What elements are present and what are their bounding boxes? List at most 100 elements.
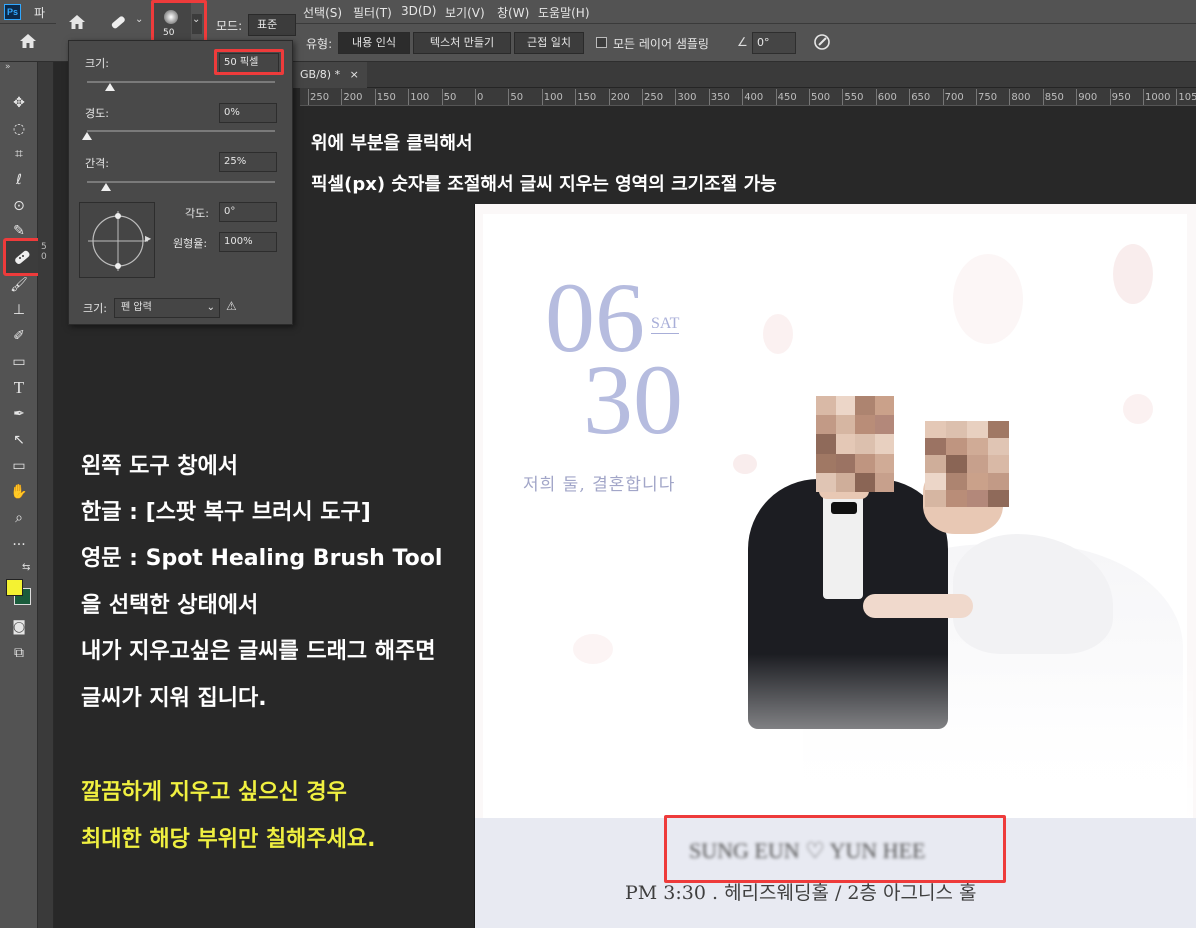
chevron-down-icon[interactable]: ⌄ (135, 14, 143, 25)
tool-preset-icon[interactable] (108, 12, 128, 36)
ruler-label: 0 (477, 92, 484, 103)
ruler-tick (775, 89, 777, 105)
menu-view[interactable]: 보기(V) (445, 4, 485, 21)
spot-healing-brush-icon[interactable] (10, 246, 34, 268)
pressure-select[interactable]: 펜 압력 ⌄ (114, 298, 220, 318)
app-logo[interactable]: Ps (4, 4, 21, 20)
screen-mode-icon[interactable]: ⧉ (7, 642, 31, 664)
menu-select[interactable]: 선택(S) (303, 4, 342, 21)
mosaic-cell (816, 396, 836, 416)
ruler-label: 100 (410, 92, 430, 103)
ruler-label: 200 (610, 92, 630, 103)
swap-colors-icon[interactable]: ⇆ (22, 562, 30, 573)
pressure-icon[interactable] (812, 32, 832, 56)
ruler-tick (475, 89, 476, 105)
rectangle-icon[interactable]: ▭ (7, 455, 31, 477)
ruler-label: 150 (376, 92, 396, 103)
annotation-left-line5: 내가 지우고싶은 글씨를 드래그 해주면 (81, 639, 436, 664)
annotation-left-line4: 을 선택한 상태에서 (81, 593, 259, 618)
ruler-label: 850 (1044, 92, 1064, 103)
content-aware-button[interactable]: 내용 인식 (338, 32, 410, 54)
menu-filter[interactable]: 필터(T) (353, 4, 392, 21)
ruler-tick (341, 89, 343, 105)
history-brush-icon[interactable]: ✐ (7, 325, 31, 347)
angle-field[interactable]: 0° (219, 202, 277, 222)
size-label: 크기: (85, 57, 109, 70)
hand-icon[interactable]: ✋ (7, 481, 31, 503)
ruler-tick (842, 89, 844, 105)
annotation-left-line1: 왼쪽 도구 창에서 (81, 454, 238, 479)
ruler-tick (441, 89, 443, 105)
names-highlight-box (664, 815, 1006, 883)
mosaic-cell (835, 396, 855, 416)
tools-panel: » ✥ ◌ ⌗ ℓ ⊙ ✎ 🖌 ⊥ ✐ ▭ T ✒ ↖ ▭ ✋ ⌕ ··· ⇆ … (0, 62, 41, 928)
marquee-icon[interactable]: ◌ (7, 118, 31, 140)
spacing-input[interactable]: 25% (219, 152, 277, 172)
sample-all-layers-checkbox[interactable] (596, 37, 607, 48)
ruler-tick (1076, 89, 1078, 105)
crop-icon[interactable]: ⌗ (7, 143, 31, 165)
close-icon[interactable]: × (350, 68, 359, 81)
foreground-color-swatch[interactable] (6, 579, 23, 596)
spacing-slider-thumb[interactable] (100, 183, 111, 191)
mosaic-cell (967, 421, 988, 439)
size-slider-thumb[interactable] (104, 83, 115, 91)
type-icon[interactable]: T (7, 377, 31, 399)
mosaic-cell (925, 455, 946, 473)
quick-mask-icon[interactable]: ◙ (7, 616, 31, 638)
brush-icon[interactable]: 🖌 (7, 274, 31, 296)
mode-select[interactable]: 표준 (248, 14, 296, 36)
create-texture-button[interactable]: 텍스처 만들기 (413, 32, 511, 54)
document-tab[interactable]: GB/8) * × (292, 62, 367, 88)
menu-window[interactable]: 창(W) (497, 4, 529, 21)
ruler-tick (575, 89, 577, 105)
mosaic-cell (874, 415, 894, 435)
stamp-icon[interactable]: ⊥ (7, 299, 31, 321)
ruler-tick (909, 89, 911, 105)
proximity-match-button[interactable]: 근접 일치 (514, 32, 584, 54)
mosaic-cell (988, 438, 1009, 456)
dial-arrow-icon[interactable]: ▶ (145, 234, 151, 243)
spacing-slider-track[interactable] (87, 181, 275, 183)
roundness-field[interactable]: 100% (219, 232, 277, 252)
angle-input[interactable]: 0° (752, 32, 796, 54)
menu-help[interactable]: 도움말(H) (538, 4, 590, 21)
zoom-icon[interactable]: ⌕ (7, 507, 31, 529)
path-select-icon[interactable]: ↖ (7, 429, 31, 451)
menu-file[interactable]: 파 (34, 4, 45, 21)
hardness-slider-thumb[interactable] (82, 132, 92, 140)
mosaic-cell (874, 472, 894, 492)
hardness-slider-track[interactable] (87, 130, 275, 132)
quick-select-icon[interactable]: ⊙ (7, 195, 31, 217)
brush-angle-dial[interactable] (79, 202, 155, 278)
ruler-label: 50 (510, 92, 524, 103)
more-tools-icon[interactable]: ··· (7, 534, 31, 556)
menu-3d[interactable]: 3D(D) (401, 4, 436, 18)
hardness-input[interactable]: 0% (219, 103, 277, 123)
date-weekday: SAT (651, 315, 680, 334)
ruler-label: 300 (677, 92, 697, 103)
mosaic-cell (855, 434, 875, 454)
home-icon[interactable] (68, 13, 86, 35)
mosaic-cell (988, 472, 1009, 490)
ruler-label: 200 (343, 92, 363, 103)
size-slider-track[interactable] (87, 81, 275, 83)
lasso-icon[interactable]: ℓ (7, 169, 31, 191)
gradient-icon[interactable]: ▭ (7, 351, 31, 373)
pen-icon[interactable]: ✒ (7, 403, 31, 425)
collapse-icon[interactable]: » (5, 62, 11, 72)
move-icon[interactable]: ✥ (7, 92, 31, 114)
ruler-tick (308, 89, 309, 105)
mosaic-cell (835, 453, 855, 473)
petal (573, 634, 613, 664)
home-icon[interactable] (19, 32, 37, 54)
petal (953, 254, 1023, 344)
petal (1113, 244, 1153, 304)
ruler-label: 250 (644, 92, 664, 103)
mosaic-cell (855, 415, 875, 435)
mosaic-cell (925, 489, 946, 507)
ruler-tick (374, 89, 376, 105)
mosaic-cell (967, 489, 988, 507)
mosaic-cell (925, 421, 946, 439)
ruler-label: 400 (744, 92, 764, 103)
